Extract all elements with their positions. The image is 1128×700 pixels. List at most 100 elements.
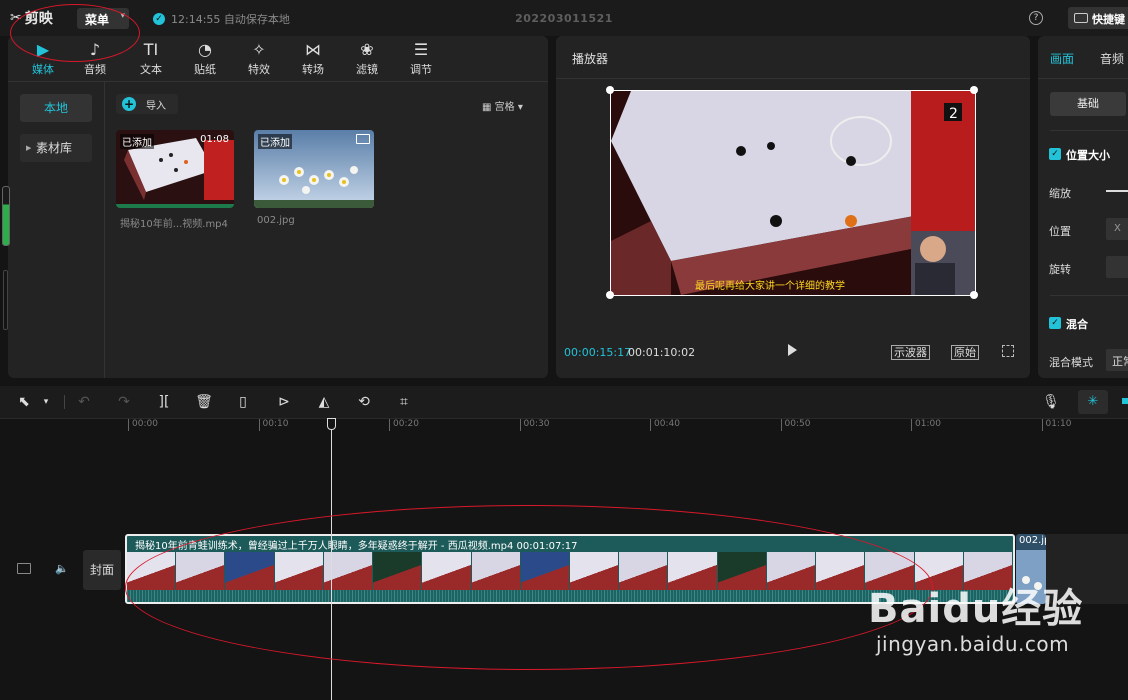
speaker-icon[interactable]: 🔈 <box>55 562 69 575</box>
import-button[interactable]: + 导入 <box>116 94 178 114</box>
ruler-tick: 00:50 <box>780 419 810 431</box>
speed-icon[interactable]: ⊳ <box>275 393 293 411</box>
cover-button[interactable]: 封面 <box>83 550 121 590</box>
current-time: 00:00:15:17 <box>564 346 632 359</box>
resize-handle[interactable] <box>606 291 614 299</box>
position-label: 位置 <box>1049 225 1071 238</box>
tab-label: 特效 <box>248 63 270 76</box>
scale-slider[interactable] <box>1106 190 1128 192</box>
tab-sticker[interactable]: ◔ 贴纸 <box>178 40 232 80</box>
tab-audio[interactable]: 音频 <box>1100 50 1124 67</box>
microphone-icon[interactable]: 🎙 <box>1042 393 1060 411</box>
play-icon[interactable] <box>788 344 797 356</box>
mirror-icon[interactable]: ◭ <box>315 393 333 411</box>
player-panel: 播放器 2 最后呢再给大家讲一个详细的教学 00:00:15:17 00:01:… <box>556 36 1030 378</box>
chevron-down-icon[interactable]: ▾ <box>37 393 55 411</box>
fullscreen-icon[interactable] <box>1002 345 1014 357</box>
oscilloscope-button[interactable]: 示波器 <box>891 345 930 360</box>
undo-icon[interactable]: ↶ <box>75 393 93 411</box>
media-panel: 本地 ▶ 素材库 + 导入 ▦ 宫格 ▾ 已添加 01:08 揭秘10年前...视频… <box>8 36 548 378</box>
position-x-field[interactable]: X <box>1106 218 1128 240</box>
effects-icon: ✧ <box>252 40 266 59</box>
media-item-image[interactable]: 已添加 <box>254 130 374 208</box>
tab-label: 贴纸 <box>194 63 216 76</box>
duration-label: 01:08 <box>200 134 229 145</box>
import-label: 导入 <box>146 101 166 112</box>
crop-icon[interactable]: ⌗ <box>395 393 413 411</box>
blend-checkbox[interactable]: ✓ <box>1049 317 1061 329</box>
split-icon[interactable]: ][ <box>155 393 173 411</box>
media-item-video[interactable]: 已添加 01:08 <box>116 130 234 208</box>
divider <box>1038 78 1128 79</box>
time-ruler[interactable]: 00:00 00:10 00:20 00:30 00:40 00:50 01:00 01:10 <box>128 419 1128 433</box>
caret-right-icon: ▶ <box>26 144 32 152</box>
media-name: 002.jpg <box>257 215 295 226</box>
tab-effects[interactable]: ✧ 特效 <box>232 40 286 80</box>
transition-icon: ⋈ <box>305 40 321 59</box>
magnet-snap-icon[interactable]: ✳ <box>1078 390 1108 414</box>
adjust-icon: ☰ <box>413 40 429 59</box>
position-size-checkbox[interactable]: ✓ <box>1049 148 1061 160</box>
select-cursor-icon[interactable]: ⬉ <box>15 393 33 411</box>
watermark-brand: Baidu经验 <box>868 586 1084 632</box>
tab-filter[interactable]: ❀ 滤镜 <box>340 40 394 80</box>
resize-handle[interactable] <box>606 86 614 94</box>
video-track-icon[interactable] <box>17 563 31 574</box>
tab-label: 媒体 <box>32 63 54 76</box>
original-ratio-button[interactable]: 原始 <box>951 345 979 360</box>
linkage-icon[interactable] <box>1122 398 1128 404</box>
rotate-field[interactable] <box>1106 256 1128 278</box>
help-icon[interactable]: ? <box>1029 11 1043 25</box>
ruler-tick: 00:10 <box>258 419 288 431</box>
sidebar-item-library[interactable]: ▶ 素材库 <box>20 134 92 162</box>
divider <box>104 82 105 378</box>
tab-basic[interactable]: 基础 <box>1050 92 1126 116</box>
blend-heading: 混合 <box>1066 318 1088 331</box>
divider <box>556 78 1030 79</box>
divider <box>64 395 65 409</box>
blend-mode-label: 混合模式 <box>1049 356 1093 369</box>
player-title: 播放器 <box>572 52 609 66</box>
shortcut-label: 快捷键 <box>1092 13 1125 26</box>
tab-label: 文本 <box>140 63 162 76</box>
rotate-label: 旋转 <box>1049 263 1071 276</box>
tab-transition[interactable]: ⋈ 转场 <box>286 40 340 80</box>
project-title: 202203011521 <box>515 12 613 25</box>
timeline-toolbar: ⬉ ▾ ↶ ↷ ][ 🗑 ▯ ⊳ ◭ ⟲ ⌗ 🎙 ✳ <box>0 386 1128 418</box>
tab-adjust[interactable]: ☰ 调节 <box>394 40 448 80</box>
baidu-watermark: Baidu经验 jingyan.baidu.com <box>868 576 1083 656</box>
rotate-icon[interactable]: ⟲ <box>355 393 373 411</box>
blend-mode-select[interactable]: 正常 <box>1106 349 1128 371</box>
sidebar-item-local[interactable]: 本地 <box>20 94 92 122</box>
chevron-down-icon: ▾ <box>514 102 523 113</box>
watermark-url: jingyan.baidu.com <box>876 632 1070 656</box>
resize-handle[interactable] <box>970 86 978 94</box>
tab-picture[interactable]: 画面 <box>1050 50 1074 67</box>
scroll-indicator[interactable] <box>3 270 8 330</box>
freeze-icon[interactable]: ▯ <box>234 393 252 411</box>
video-preview[interactable]: 2 最后呢再给大家讲一个详细的教学 <box>610 90 976 296</box>
delete-icon[interactable]: 🗑 <box>195 393 213 411</box>
volume-meter <box>2 186 10 246</box>
clip-label: 002.jpg <box>1019 535 1046 546</box>
plus-icon: + <box>122 97 136 111</box>
inspector-panel: 画面 音频 基础 ✓ 位置大小 缩放 位置 X 旋转 ✓ 混合 混合模式 正常 <box>1038 36 1128 378</box>
image-icon <box>356 134 370 144</box>
ruler-tick: 00:30 <box>519 419 549 431</box>
media-name: 揭秘10年前...视频.mp4 <box>120 219 228 230</box>
sidebar-item-label: 素材库 <box>36 141 73 155</box>
ruler-tick: 01:10 <box>1041 419 1071 431</box>
ruler-tick: 01:00 <box>911 419 941 431</box>
divider <box>8 81 548 82</box>
view-toggle[interactable]: ▦ 宫格 ▾ <box>482 98 523 113</box>
shortcut-button[interactable]: 快捷键 <box>1068 7 1128 29</box>
position-size-heading: 位置大小 <box>1066 149 1110 162</box>
video-subtitle: 最后呢再给大家讲一个详细的教学 <box>695 279 845 292</box>
total-time: 00:01:10:02 <box>628 346 696 359</box>
resize-handle[interactable] <box>970 291 978 299</box>
ruler-tick: 00:20 <box>389 419 419 431</box>
playhead-handle[interactable] <box>327 418 336 430</box>
redo-icon[interactable]: ↷ <box>115 393 133 411</box>
annotation-ellipse <box>10 4 140 62</box>
added-badge: 已添加 <box>120 134 154 149</box>
